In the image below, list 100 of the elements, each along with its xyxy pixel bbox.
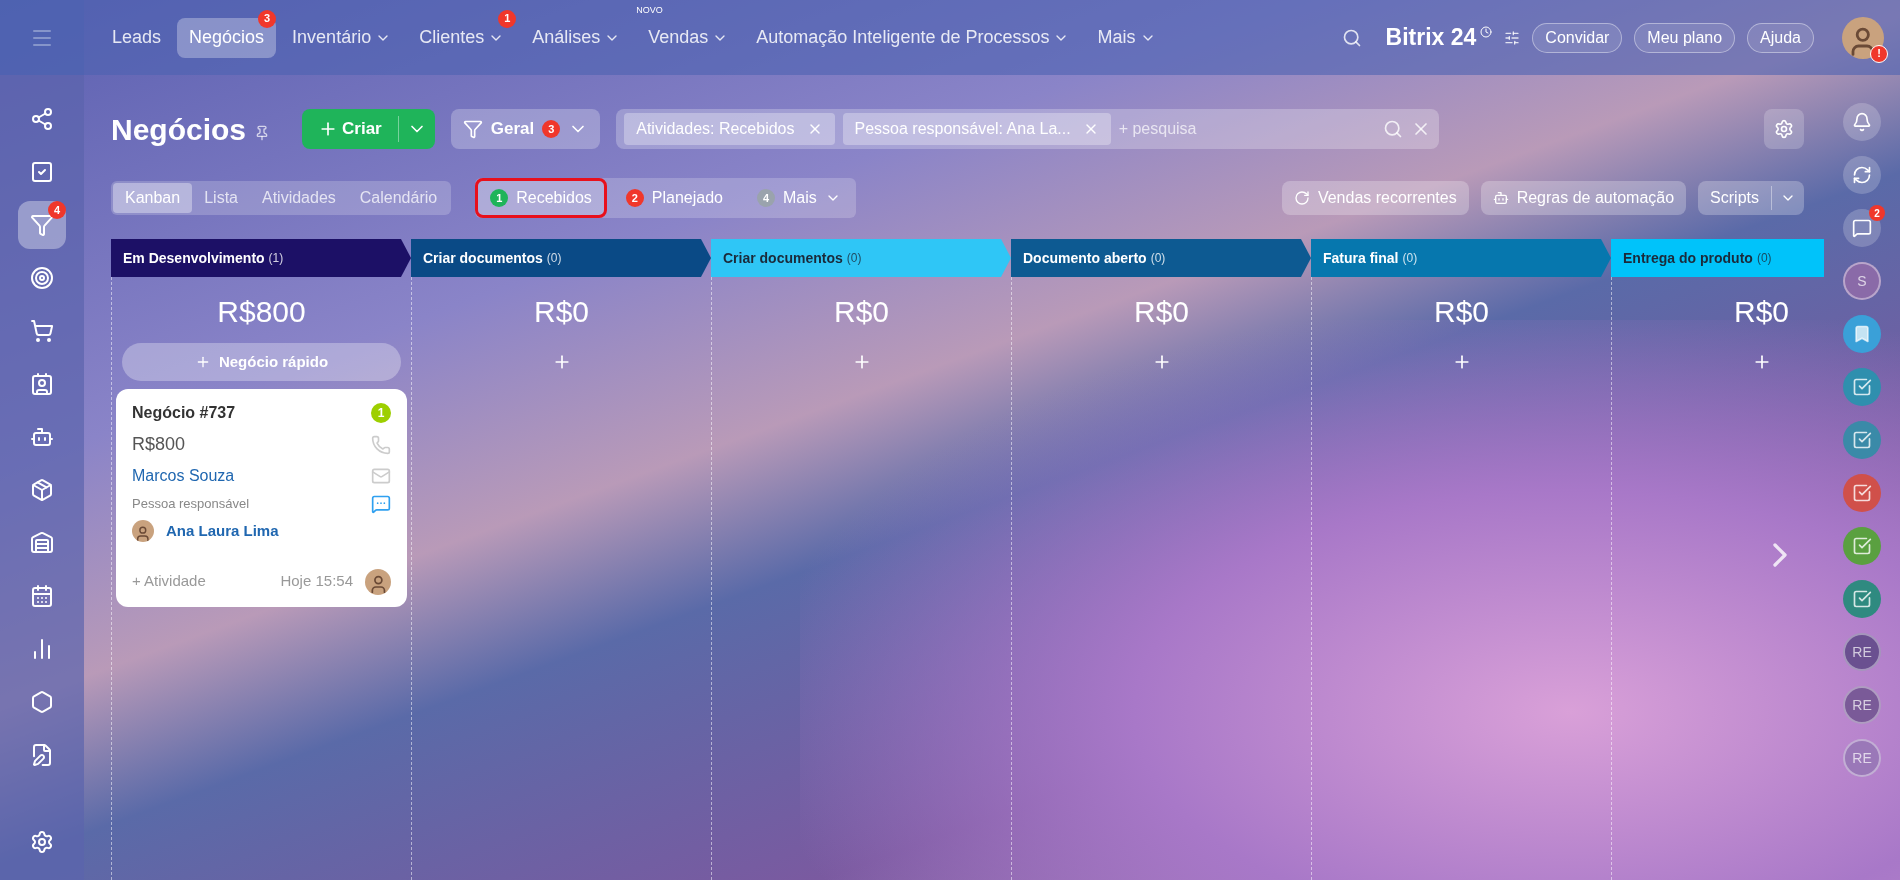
add-activity-link[interactable]: + Atividade xyxy=(132,570,206,593)
stage-total: R$0 xyxy=(1732,294,1790,330)
cart-icon xyxy=(30,319,54,343)
count-badge: 1 xyxy=(498,9,517,28)
cycle-icon xyxy=(1293,190,1310,206)
deal-card[interactable]: Negócio #737 1 R$800 Marcos Souza Pessoa responsável Ana Laura Lima + Atividade Hoje 15:54 xyxy=(116,389,407,607)
view-tab[interactable]: Calendário xyxy=(347,183,450,213)
bookmark-button[interactable] xyxy=(1843,315,1881,353)
checkbox-icon xyxy=(30,160,54,184)
scripts-button[interactable]: Scripts xyxy=(1698,181,1804,215)
count-badge: 2 xyxy=(1869,205,1885,221)
funnel-icon xyxy=(462,119,483,139)
nav-tab[interactable]: Inventário xyxy=(280,17,404,58)
task-chat-button[interactable] xyxy=(1843,421,1881,459)
deal-title[interactable]: Negócio #737 xyxy=(132,401,236,425)
contact-card-icon xyxy=(30,372,54,396)
stage-total: R$800 xyxy=(216,294,307,330)
page-title: Negócios xyxy=(111,111,247,148)
task-chat-button[interactable] xyxy=(1843,474,1881,512)
stage-header[interactable]: Em Desenvolvimento (1) xyxy=(111,239,411,277)
chat-avatar[interactable]: RE xyxy=(1843,739,1881,777)
stage-total: R$0 xyxy=(1432,294,1490,330)
count-badge: 4 xyxy=(48,201,66,219)
logo: Bitrix 24 xyxy=(1385,23,1477,53)
create-button[interactable]: Criar xyxy=(302,109,435,149)
deal-amount: R$800 xyxy=(132,433,186,456)
stage-header[interactable]: Entrega do produto (0) xyxy=(1611,239,1824,277)
bookmark-icon xyxy=(1852,324,1872,344)
filter-preset-button[interactable]: Geral 3 xyxy=(450,109,601,149)
count-badge: 4 xyxy=(756,189,775,207)
view-tab[interactable]: Kanban xyxy=(113,183,193,213)
counter-filter[interactable]: 4 Mais xyxy=(741,178,856,218)
counter-filter[interactable]: 2 Planejado xyxy=(610,178,738,218)
count-badge: 2 xyxy=(625,189,644,207)
header-button[interactable]: Convidar xyxy=(1532,22,1623,53)
field-label: Pessoa responsável xyxy=(132,495,250,514)
avatar xyxy=(132,520,154,543)
responsible-link[interactable]: Ana Laura Lima xyxy=(166,520,279,543)
sliders-icon[interactable] xyxy=(1504,29,1521,46)
document-pen-icon xyxy=(30,743,54,767)
view-tab[interactable]: Atividades xyxy=(249,183,348,213)
stage-header[interactable]: Fatura final (0) xyxy=(1311,239,1611,277)
checkbox-icon xyxy=(1852,536,1872,556)
quick-deal-button[interactable]: Negócio rápido xyxy=(122,343,401,381)
gear-icon xyxy=(1774,119,1794,139)
stage-total: R$0 xyxy=(832,294,890,330)
search-icon[interactable] xyxy=(1341,27,1362,48)
task-chat-button[interactable] xyxy=(1843,527,1881,565)
calendar-icon xyxy=(30,584,54,608)
timestamp: Hoje 15:54 xyxy=(280,571,353,592)
sidebar-item[interactable]: 4 xyxy=(18,201,66,249)
checkbox-icon xyxy=(1852,430,1872,450)
target-icon xyxy=(30,266,54,290)
chat-avatar[interactable]: S xyxy=(1843,262,1881,300)
hexagon-icon xyxy=(30,690,54,714)
chat-icon[interactable] xyxy=(371,494,391,514)
nav-tab[interactable]: Leads xyxy=(100,17,174,58)
avatar xyxy=(365,568,391,595)
bell-icon xyxy=(1852,112,1872,132)
stage-header[interactable]: Criar documentos (0) xyxy=(711,239,1011,277)
new-tag: NOVO xyxy=(636,3,663,17)
nav-tab[interactable]: Vendas xyxy=(636,17,741,58)
count-badge: 1 xyxy=(490,189,509,207)
stage-total: R$0 xyxy=(1132,294,1190,330)
count-badge: 3 xyxy=(258,9,277,28)
chat-avatar[interactable]: RE xyxy=(1843,686,1881,724)
task-chat-button[interactable] xyxy=(1843,368,1881,406)
checkbox-icon xyxy=(1852,483,1872,503)
settings-icon xyxy=(30,830,54,854)
funnel-icon xyxy=(30,213,54,237)
nav-tab[interactable]: Análises xyxy=(520,17,633,58)
header-button[interactable]: Meu plano xyxy=(1634,22,1736,53)
counter-filter[interactable]: 1 Recebidos xyxy=(475,178,607,218)
stage-header[interactable]: Criar documentos (0) xyxy=(411,239,711,277)
avatar xyxy=(1842,16,1884,59)
header-button[interactable]: Ajuda xyxy=(1747,22,1814,53)
nav-tab[interactable]: Mais xyxy=(1085,17,1168,58)
settings-button[interactable] xyxy=(1764,109,1804,149)
task-chat-button[interactable] xyxy=(1843,580,1881,618)
count-badge: 3 xyxy=(542,120,561,138)
checkbox-icon xyxy=(1852,589,1872,609)
chat-avatar[interactable]: RE xyxy=(1843,633,1881,671)
robot-icon xyxy=(30,425,54,449)
toolbar-button[interactable]: Vendas recorrentes xyxy=(1281,181,1469,215)
toolbar-button[interactable]: Regras de automação xyxy=(1480,181,1687,215)
notifications-button[interactable] xyxy=(1843,103,1881,141)
contact-link[interactable]: Marcos Souza xyxy=(132,464,235,488)
box-icon xyxy=(30,478,54,502)
robot-icon xyxy=(1492,190,1509,206)
nodes-icon xyxy=(30,107,54,131)
count-badge: 1 xyxy=(371,403,391,423)
view-tab[interactable]: Lista xyxy=(192,183,250,213)
nav-tab[interactable]: Automação Inteligente de Processos xyxy=(744,17,1082,58)
chat-icon xyxy=(1852,218,1872,238)
stage-total: R$0 xyxy=(532,294,590,330)
checkbox-icon xyxy=(1852,377,1872,397)
stage-header[interactable]: Documento aberto (0) xyxy=(1011,239,1311,277)
search-icon xyxy=(1383,119,1404,139)
warehouse-icon xyxy=(30,531,54,555)
sync-button[interactable] xyxy=(1843,156,1881,194)
